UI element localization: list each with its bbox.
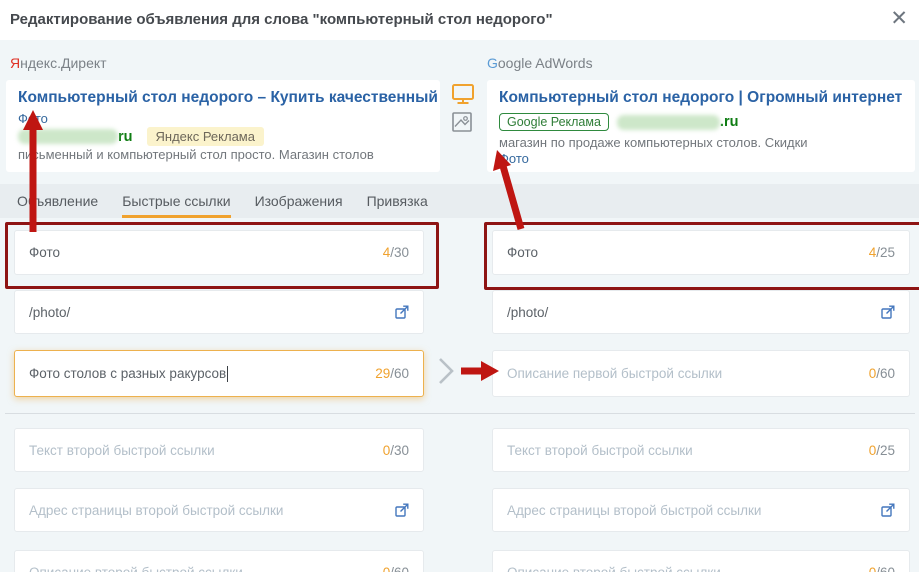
sitelink1-text-input-yandex[interactable]: Фото 4/30 — [14, 230, 424, 275]
edit-ad-modal: Редактирование объявления для слова "ком… — [0, 0, 919, 572]
yandex-ad-title[interactable]: Компьютерный стол недорого – Купить каче… — [18, 89, 438, 107]
char-counter: 4/25 — [868, 245, 895, 260]
external-link-icon[interactable] — [395, 305, 409, 319]
tab-sitelinks[interactable]: Быстрые ссылки — [122, 184, 231, 218]
char-counter: 4/30 — [382, 245, 409, 260]
char-counter: 0/60 — [868, 366, 895, 381]
blurred-domain — [616, 114, 720, 130]
yandex-ad-badge: Яндекс Реклама — [146, 127, 264, 146]
sitelink2-text-input-yandex[interactable]: Текст второй быстрой ссылки 0/30 — [14, 428, 424, 472]
sitelink1-url-input-yandex[interactable]: /photo/ — [14, 290, 424, 334]
google-ad-description: магазин по продаже компьютерных столов. … — [499, 135, 808, 150]
sitelink2-description-input-yandex[interactable]: Описание второй быстрой ссылки 0/60 — [14, 550, 424, 572]
sitelink1-text-input-google[interactable]: Фото 4/25 — [492, 230, 910, 275]
domain-suffix: .ru — [719, 114, 739, 130]
google-photo-sitelink[interactable]: Фото — [499, 151, 529, 166]
yandex-direct-label: Яндекс.Директ — [10, 55, 107, 71]
modal-title: Редактирование объявления для слова "ком… — [10, 11, 553, 28]
yandex-photo-sitelink[interactable]: Фото — [18, 111, 48, 126]
char-counter: 29/60 — [375, 366, 409, 381]
sitelink2-text-input-google[interactable]: Текст второй быстрой ссылки 0/25 — [492, 428, 910, 472]
char-counter: 0/30 — [382, 442, 409, 458]
external-link-icon[interactable] — [881, 503, 895, 517]
sitelink2-url-input-google[interactable]: Адрес страницы второй быстрой ссылки — [492, 488, 910, 532]
text-cursor — [227, 365, 229, 382]
sitelink1-url-input-google[interactable]: /photo/ — [492, 290, 910, 334]
tab-ad[interactable]: Объявление — [17, 184, 98, 218]
google-adwords-label: Google AdWords — [487, 55, 593, 71]
external-link-icon[interactable] — [395, 503, 409, 517]
domain-suffix: ru — [118, 128, 133, 145]
external-link-icon[interactable] — [881, 305, 895, 319]
sitelink1-description-input-yandex[interactable]: Фото столов с разных ракурсов 29/60 — [14, 350, 424, 397]
desktop-monitor-icon[interactable] — [452, 84, 474, 110]
yandex-ad-description: письменный и компьютерный стол просто. М… — [18, 147, 374, 162]
tab-images[interactable]: Изображения — [255, 184, 343, 218]
image-icon[interactable] — [452, 112, 472, 137]
char-counter: 0/60 — [382, 564, 409, 572]
section-divider — [5, 413, 915, 414]
sitelink1-description-input-google[interactable]: Описание первой быстрой ссылки 0/60 — [492, 350, 910, 397]
google-ad-preview: Компьютерный стол недорого | Огромный ин… — [487, 80, 915, 172]
char-counter: 0/25 — [868, 442, 895, 458]
modal-header: Редактирование объявления для слова "ком… — [0, 0, 919, 40]
char-counter: 0/60 — [868, 564, 895, 572]
tab-bar: Объявление Быстрые ссылки Изображения Пр… — [0, 184, 919, 218]
google-ad-title[interactable]: Компьютерный стол недорого | Огромный ин… — [499, 89, 902, 107]
sitelink2-description-input-google[interactable]: Описание второй быстрой ссылки 0/60 — [492, 550, 910, 572]
google-ad-badge: Google Реклама — [499, 113, 609, 131]
sitelink2-url-input-yandex[interactable]: Адрес страницы второй быстрой ссылки — [14, 488, 424, 532]
yandex-ad-preview: Компьютерный стол недорого – Купить каче… — [6, 80, 440, 172]
close-icon[interactable]: ✕ — [890, 6, 908, 32]
chevron-right-icon — [439, 358, 454, 384]
tab-binding[interactable]: Привязка — [367, 184, 428, 218]
blurred-domain — [18, 129, 118, 144]
